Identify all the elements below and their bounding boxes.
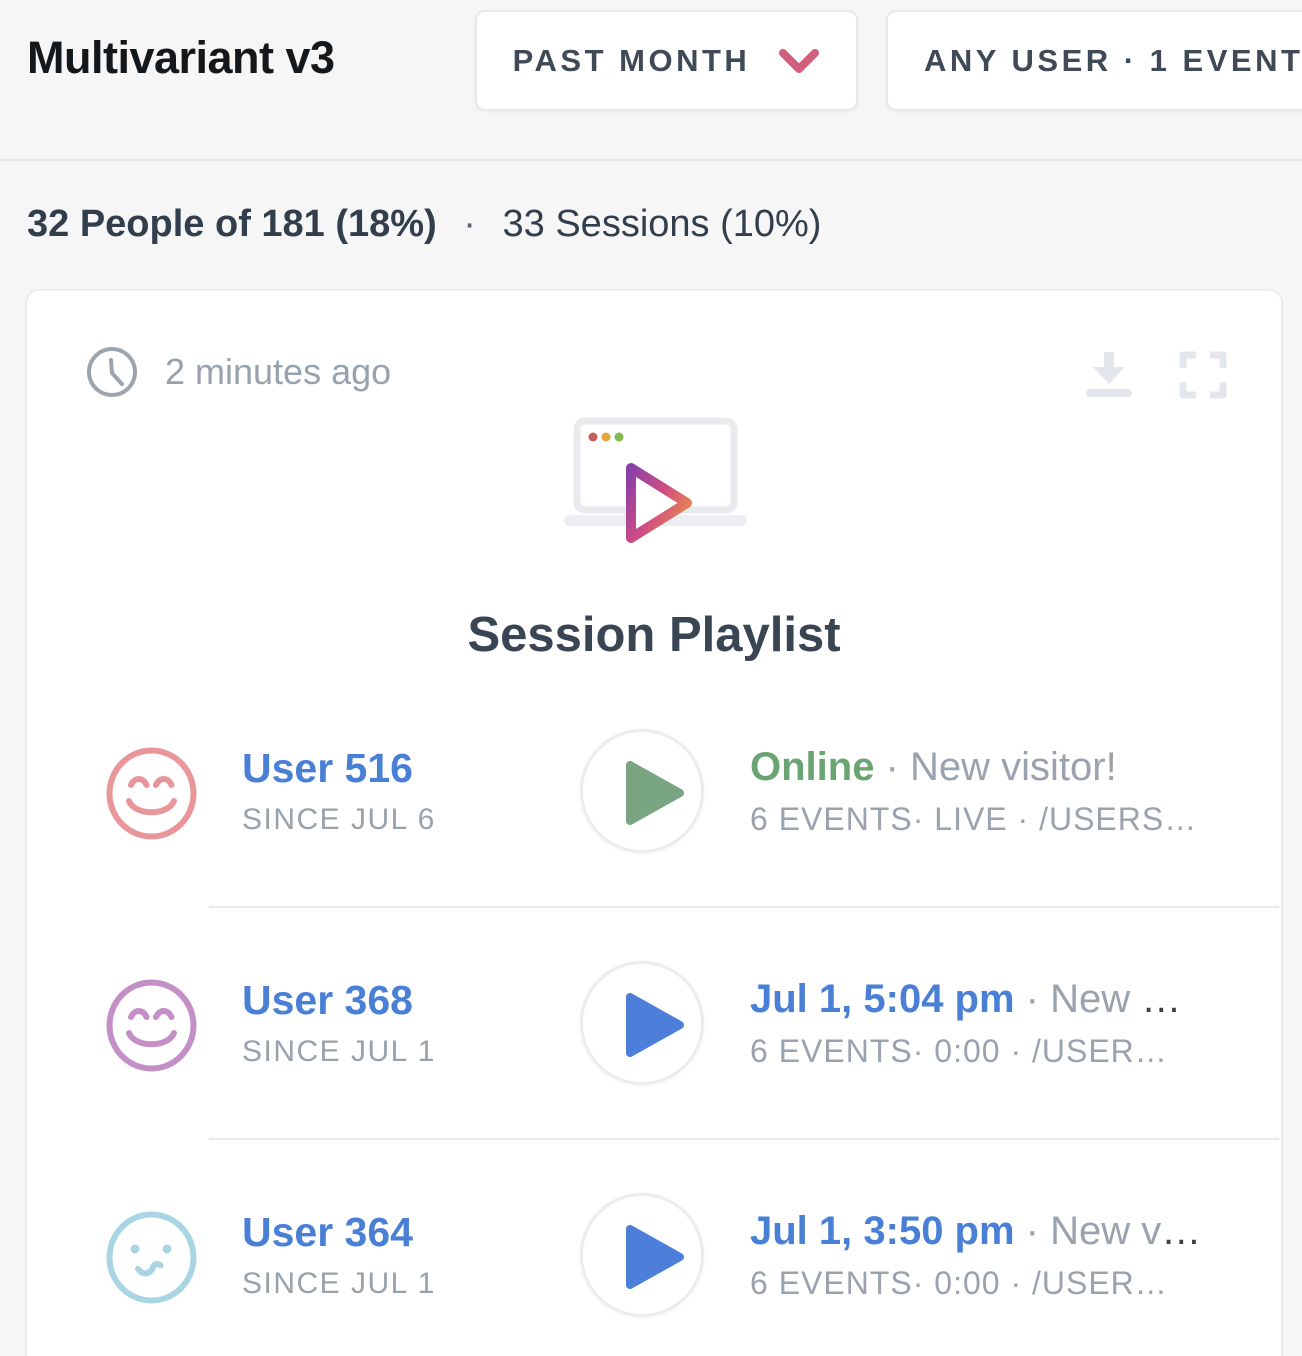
- session-playlist-card: 2 minutes ago: [25, 289, 1283, 1356]
- smirk-smiley-icon: [105, 1211, 198, 1304]
- session-summary: Jul 1, 5:04 pm · New …: [750, 977, 1181, 1022]
- sessions-stat: 33 Sessions (10%): [503, 203, 822, 245]
- session-timestamp[interactable]: Jul 1, 3:50 pm: [750, 1209, 1015, 1253]
- happy-smiley-icon: [105, 979, 198, 1072]
- session-summary: Jul 1, 3:50 pm · New v…: [750, 1209, 1201, 1254]
- session-report-page: Multivariant v3 PAST MONTH ANY USER · 1 …: [0, 0, 1302, 1356]
- filter-label: ANY USER · 1 EVENT: [924, 43, 1302, 79]
- fullscreen-icon[interactable]: [1179, 351, 1227, 399]
- play-session-button[interactable]: [580, 1193, 704, 1317]
- happy-smiley-icon: [105, 747, 198, 840]
- user-link[interactable]: User 368: [242, 977, 413, 1024]
- page-title: Multivariant v3: [27, 32, 335, 84]
- user-since-label: SINCE JUL 1: [242, 1035, 436, 1069]
- chevron-down-icon: [778, 47, 820, 75]
- user-since-label: SINCE JUL 1: [242, 1267, 436, 1301]
- session-status: Online: [750, 745, 874, 789]
- row-divider: [209, 1138, 1279, 1140]
- people-stat: 32 People of 181 (18%): [27, 203, 437, 245]
- stats-separator: ·: [463, 203, 476, 245]
- session-timestamp[interactable]: Jul 1, 5:04 pm: [750, 977, 1015, 1021]
- user-link[interactable]: User 364: [242, 1209, 413, 1256]
- user-link[interactable]: User 516: [242, 745, 413, 792]
- play-session-button[interactable]: [580, 961, 704, 1085]
- session-note-ellipsis: …: [1161, 1209, 1201, 1253]
- session-summary: Online · New visitor!: [750, 745, 1117, 790]
- session-row: User 516 SINCE JUL 6 Online · New visito…: [27, 721, 1281, 911]
- filter-button[interactable]: ANY USER · 1 EVENT: [886, 10, 1302, 111]
- download-icon[interactable]: [1083, 347, 1135, 399]
- session-detail: 6 EVENTS· 0:00 · /USER…: [750, 1265, 1168, 1302]
- clock-icon: [85, 345, 139, 399]
- session-detail: 6 EVENTS· LIVE · /USERS…: [750, 801, 1197, 838]
- session-note-ellipsis: …: [1141, 977, 1181, 1021]
- session-note: · New v: [1015, 1209, 1162, 1253]
- header-divider: [0, 159, 1302, 161]
- playlist-heading: Session Playlist: [27, 607, 1281, 663]
- session-player-illustration: [563, 417, 755, 549]
- row-divider: [209, 906, 1279, 908]
- session-note: · New visitor!: [874, 745, 1116, 789]
- user-since-label: SINCE JUL 6: [242, 803, 436, 837]
- session-note: · New: [1015, 977, 1142, 1021]
- date-range-label: PAST MONTH: [513, 43, 751, 79]
- play-session-button[interactable]: [580, 729, 704, 853]
- funnel-stats: 32 People of 181 (18%) · 33 Sessions (10…: [27, 203, 821, 246]
- session-row: User 368 SINCE JUL 1 Jul 1, 5:04 pm · Ne…: [27, 953, 1281, 1143]
- session-detail: 6 EVENTS· 0:00 · /USER…: [750, 1033, 1168, 1070]
- date-range-button[interactable]: PAST MONTH: [475, 10, 858, 111]
- session-row: User 364 SINCE JUL 1 Jul 1, 3:50 pm · Ne…: [27, 1185, 1281, 1356]
- updated-ago-text: 2 minutes ago: [165, 351, 391, 393]
